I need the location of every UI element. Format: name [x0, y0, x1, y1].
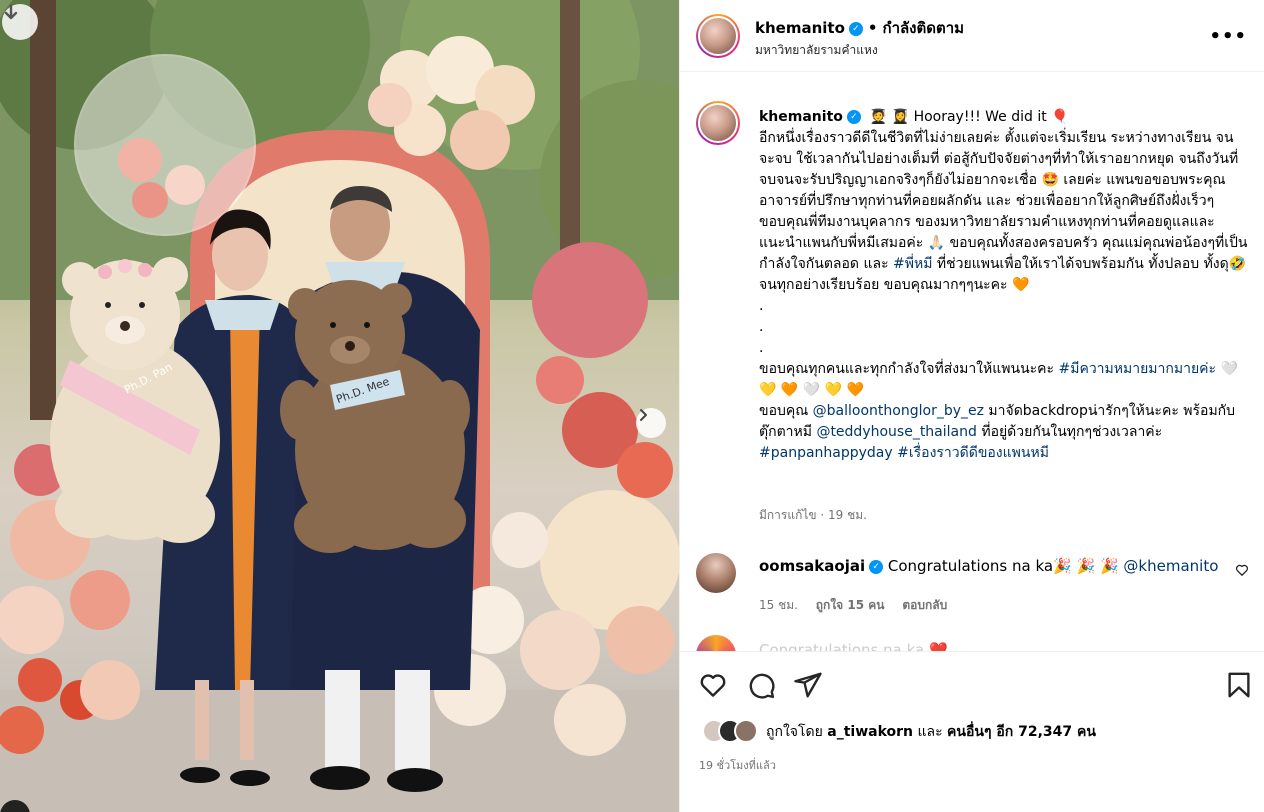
mention-link[interactable]: @balloonthonglor_by_ez: [813, 403, 984, 419]
comment-text: Congratulations na ka ❤️: [759, 641, 948, 651]
author-avatar[interactable]: [696, 14, 740, 58]
separator-dot: •: [867, 19, 878, 37]
liked-by-text: ถูกใจโดย a_tiwakorn และ คนอื่นๆ อีก 72,3…: [766, 721, 1096, 743]
others-likes-link[interactable]: คนอื่นๆ อีก 72,347 คน: [947, 724, 1096, 740]
post-actions: ถูกใจโดย a_tiwakorn และ คนอื่นๆ อีก 72,3…: [680, 651, 1264, 811]
comment-likes[interactable]: ถูกใจ 15 คน: [816, 598, 885, 612]
heart-icon[interactable]: [1235, 563, 1249, 577]
comment-bubble-icon[interactable]: [746, 670, 776, 700]
liked-by-middle: และ: [913, 724, 948, 740]
caption-edited-time: มีการแก้ไข · 19 ชม.: [759, 508, 867, 522]
caption-body-1: อีกหนึ่งเรื่องราวดีดีในชีวิตที่ไม่ง่ายเล…: [759, 130, 1248, 272]
comment-text: oomsakaojai ✓ Congratulations na ka🎉 🎉 🎉 …: [759, 557, 1218, 575]
post-panel: khemanito ✓ • กำลังติดตาม มหาวิทยาลัยรามคำแ…: [679, 0, 1264, 812]
caption-body-6: ที่อยู่ด้วยกันในทุกๆช่วงเวลาค่ะ: [976, 424, 1163, 440]
liked-by-prefix: ถูกใจโดย: [766, 724, 828, 740]
grad-cap-icons: 🧑‍🎓 👩‍🎓: [865, 109, 914, 125]
verified-badge-icon: ✓: [869, 559, 884, 574]
next-photo-button[interactable]: [636, 408, 666, 438]
hashtag-link[interactable]: #panpanhappyday: [759, 445, 893, 461]
liker-username[interactable]: a_tiwakorn: [827, 724, 913, 740]
chevron-right-icon: [640, 409, 647, 421]
liker-avatar: [734, 719, 758, 743]
bookmark-icon[interactable]: [1224, 670, 1254, 700]
comment-body: Congratulations na ka🎉 🎉 🎉: [887, 557, 1124, 575]
following-button[interactable]: กำลังติดตาม: [882, 19, 964, 37]
like-heart-icon[interactable]: [698, 670, 728, 700]
post-photo: Ph.D. Pan Ph.D. Mee: [0, 0, 679, 812]
comment-meta: 15 ชม. ถูกใจ 15 คน ตอบกลับ: [759, 596, 961, 615]
author-line: khemanito ✓ • กำลังติดตาม: [755, 16, 964, 40]
hashtag-link[interactable]: #มีความหมายมากมายค่ะ: [1059, 361, 1217, 377]
comments-scroll-area[interactable]: khemanito ✓ 🧑‍🎓 👩‍🎓 Hooray!!! We did it 🎈…: [680, 73, 1264, 651]
caption-avatar[interactable]: [696, 101, 740, 145]
commenter-avatar[interactable]: [696, 553, 736, 593]
hashtag-link[interactable]: #เรื่องราวดีดีของแพนหมี: [897, 445, 1049, 461]
arrow-down-icon: [4, 4, 18, 20]
post-location[interactable]: มหาวิทยาลัยรามคำแหง: [755, 41, 878, 60]
caption-username[interactable]: khemanito: [759, 109, 843, 125]
post-header: khemanito ✓ • กำลังติดตาม มหาวิทยาลัยรามคำแ…: [680, 0, 1264, 72]
commenter-username[interactable]: oomsakaojai: [759, 557, 865, 575]
share-send-icon[interactable]: [793, 670, 823, 700]
post-timestamp: 19 ชั่วโมงที่แล้ว: [699, 759, 776, 772]
caption-body-4: ขอบคุณ: [759, 403, 813, 419]
more-options-icon[interactable]: •••: [1209, 26, 1247, 47]
caption-body-3: ขอบคุณทุกคนและทุกกำลังใจที่ส่งมาให้แพนนะ…: [759, 361, 1059, 377]
hashtag-link[interactable]: #พี่หมี: [893, 256, 932, 272]
comment-time: 15 ชม.: [759, 598, 798, 612]
verified-badge-icon: ✓: [848, 21, 863, 36]
reply-button[interactable]: ตอบกลับ: [902, 598, 947, 612]
caption-dot: .: [759, 319, 764, 335]
photo-illustration: [0, 0, 679, 812]
caption-dot: .: [759, 298, 764, 314]
mention-link[interactable]: @teddyhouse_thailand: [816, 424, 976, 440]
mention-link[interactable]: @khemanito: [1123, 557, 1218, 575]
author-username[interactable]: khemanito: [755, 19, 845, 37]
download-button[interactable]: [2, 4, 38, 40]
commenter-avatar[interactable]: [696, 635, 736, 651]
caption-intro: Hooray!!! We did it 🎈: [913, 109, 1069, 125]
post-caption: khemanito ✓ 🧑‍🎓 👩‍🎓 Hooray!!! We did it 🎈…: [759, 107, 1249, 464]
caption-dot: .: [759, 340, 764, 356]
verified-badge-icon: ✓: [846, 110, 861, 124]
comment-item: oomsakaojai ✓ Congratulations na ka🎉 🎉 🎉 …: [680, 547, 1264, 617]
